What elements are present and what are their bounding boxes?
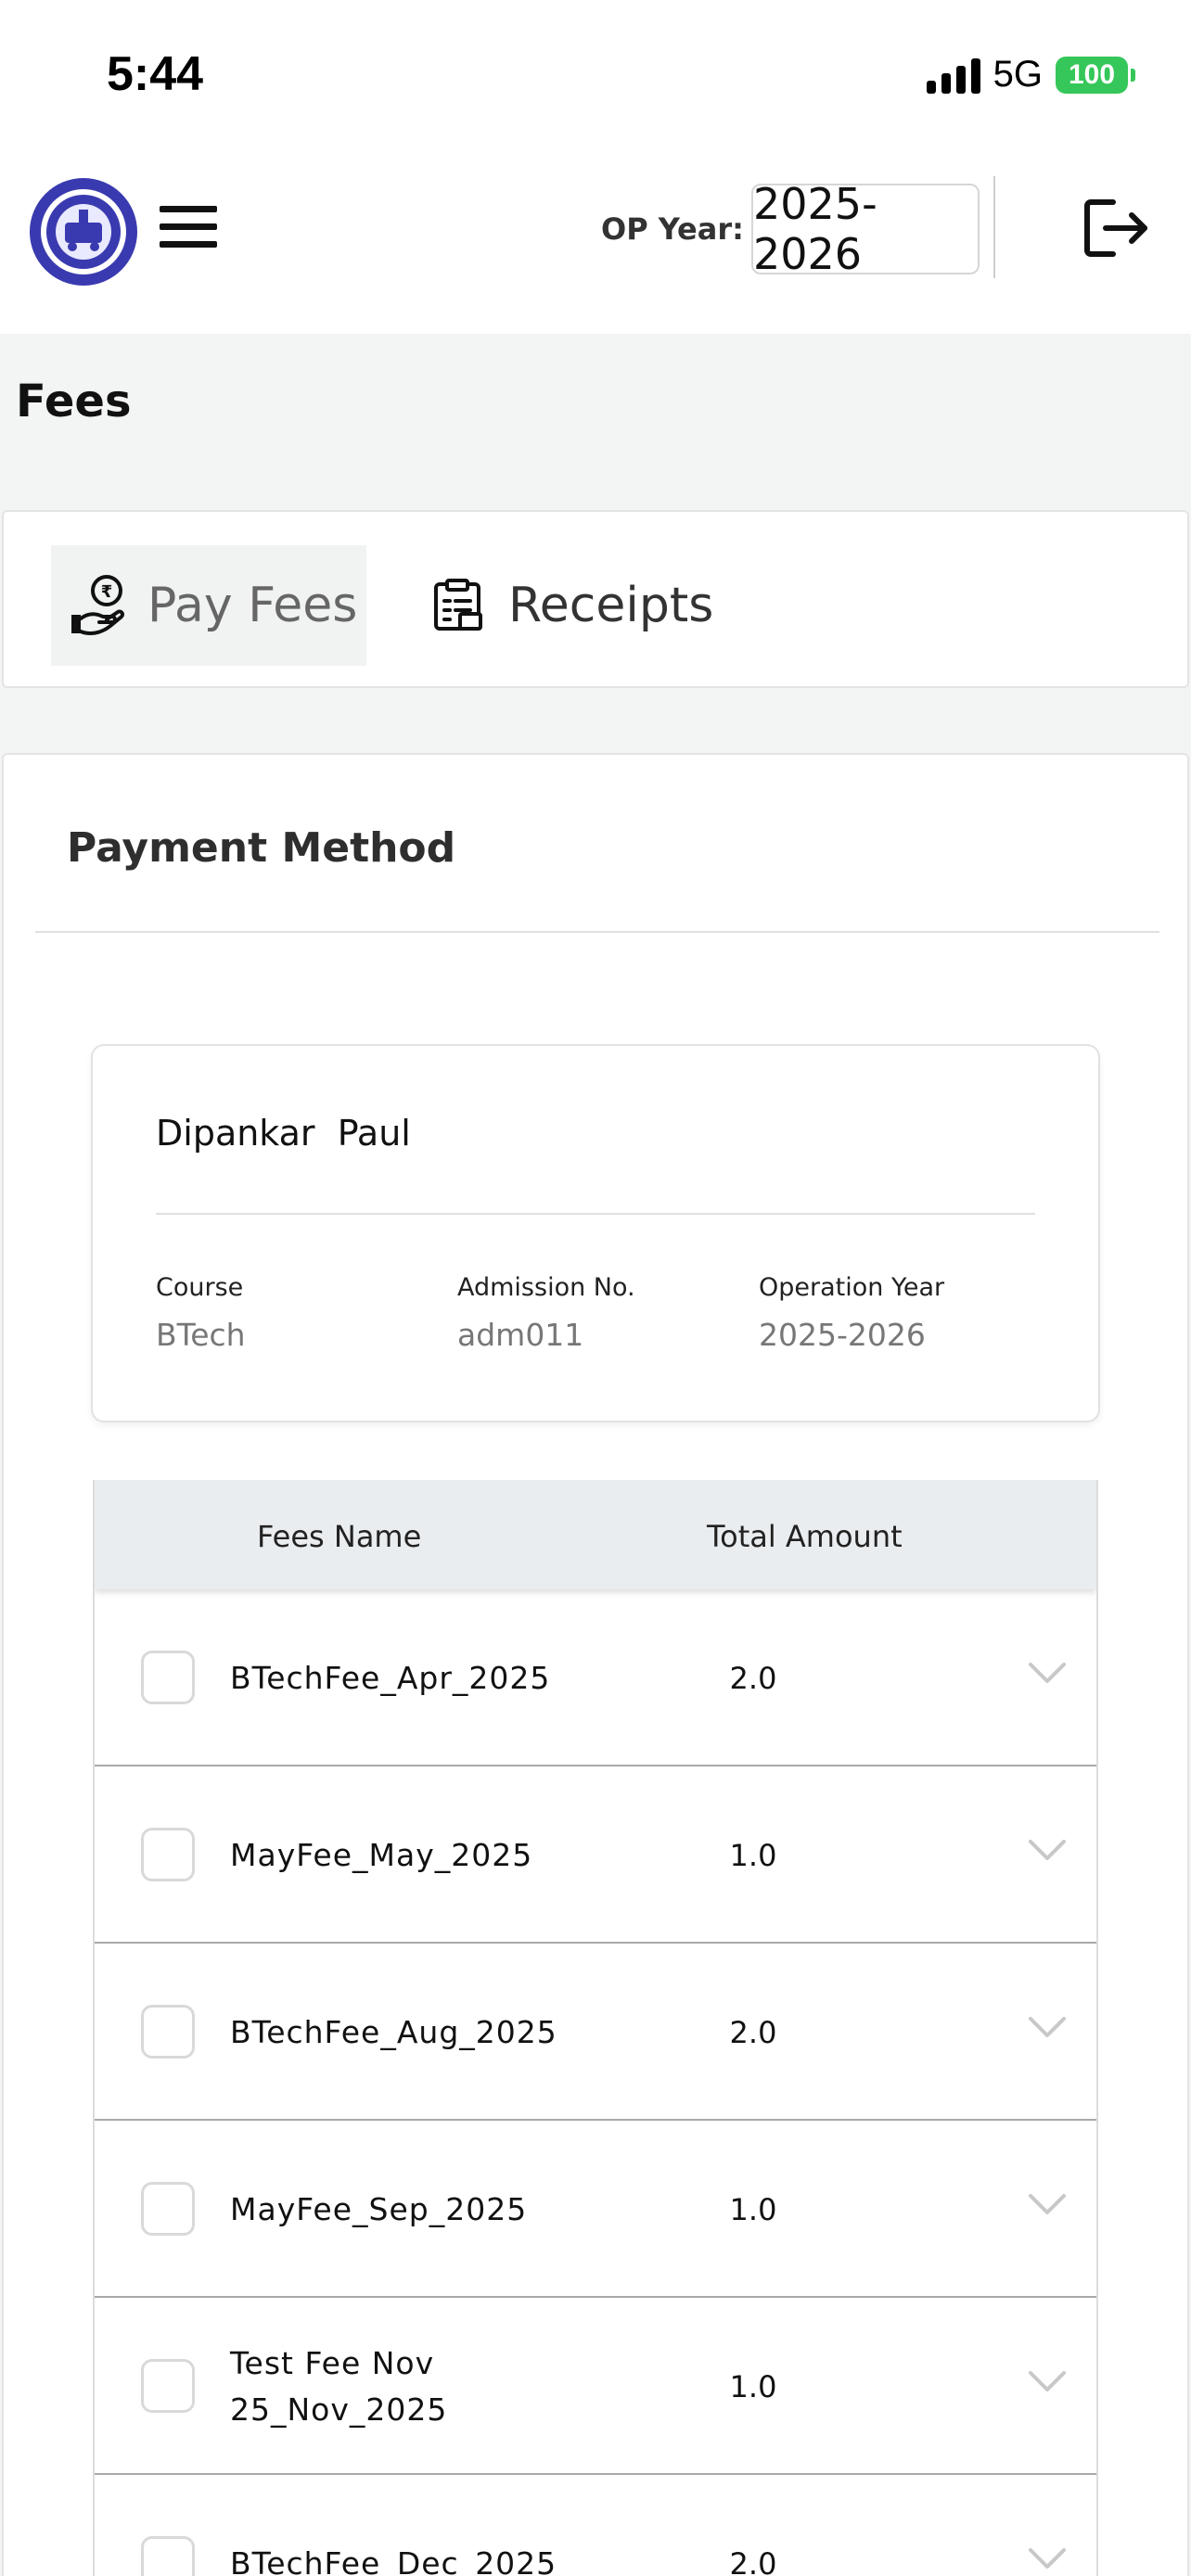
- battery-icon: 100: [1056, 56, 1135, 94]
- payment-method-title: Payment Method: [67, 824, 456, 872]
- chevron-down-icon[interactable]: [1027, 1661, 1068, 1687]
- student-divider: [156, 1213, 1035, 1215]
- fee-name: BTechFee_Aug_2025: [230, 2013, 557, 2050]
- fee-name: Test Fee Nov 25_Nov_2025: [230, 2344, 448, 2428]
- student-info-card: Dipankar Paul Course BTech Admission No.…: [93, 1046, 1098, 1421]
- fee-amount: 1.0: [729, 1837, 777, 1873]
- fee-amount: 1.0: [729, 2368, 777, 2404]
- chevron-down-icon[interactable]: [1027, 2369, 1068, 2395]
- header-fees-name: Fees Name: [257, 1519, 422, 1554]
- svg-text:₹: ₹: [101, 582, 113, 602]
- status-bar: 5:44 5G 100: [0, 0, 1191, 158]
- fees-tabs: ₹ Pay Fees Receipts: [2, 510, 1189, 688]
- fee-checkbox[interactable]: [141, 2359, 195, 2413]
- indian-railways-logo-icon[interactable]: [28, 176, 139, 287]
- receipt-icon: [434, 579, 482, 631]
- hand-coin-icon: ₹: [71, 575, 125, 635]
- fee-name: MayFee_May_2025: [230, 1836, 533, 1873]
- fee-checkbox[interactable]: [141, 2005, 195, 2059]
- table-row[interactable]: BTechFee_Apr_2025 2.0: [95, 1589, 1096, 1766]
- fee-amount: 1.0: [729, 2191, 777, 2227]
- course-value: BTech: [156, 1317, 246, 1353]
- status-indicators: 5G 100: [926, 54, 1135, 96]
- chevron-down-icon[interactable]: [1027, 2015, 1068, 2041]
- fee-checkbox[interactable]: [141, 2182, 195, 2236]
- fee-checkbox[interactable]: [141, 2536, 195, 2576]
- chevron-down-icon[interactable]: [1027, 2546, 1068, 2572]
- table-row[interactable]: MayFee_Sep_2025 1.0: [95, 2121, 1096, 2298]
- admission-label: Admission No.: [457, 1273, 635, 1302]
- hamburger-menu-icon[interactable]: [160, 206, 217, 252]
- table-row[interactable]: MayFee_May_2025 1.0: [95, 1766, 1096, 1944]
- fees-table-header: Fees Name Total Amount: [95, 1480, 1096, 1589]
- battery-level: 100: [1056, 56, 1128, 94]
- fee-name: BTechFee_Dec_2025: [230, 2544, 557, 2576]
- chevron-down-icon[interactable]: [1027, 1838, 1068, 1864]
- table-row[interactable]: BTechFee_Dec_2025 2.0: [95, 2475, 1096, 2576]
- table-row[interactable]: Test Fee Nov 25_Nov_2025 1.0: [95, 2298, 1096, 2475]
- fee-name: MayFee_Sep_2025: [230, 2190, 528, 2227]
- student-name: Dipankar Paul: [156, 1113, 411, 1154]
- signal-icon: [926, 57, 980, 94]
- op-year-select[interactable]: 2025-2026: [751, 179, 980, 279]
- operation-year-label: Operation Year: [759, 1273, 945, 1302]
- fee-amount: 2.0: [729, 2545, 777, 2576]
- chevron-down-icon[interactable]: [1027, 2192, 1068, 2218]
- payment-divider: [35, 931, 1159, 933]
- tab-pay-fees[interactable]: ₹ Pay Fees: [51, 545, 366, 666]
- fee-amount: 2.0: [729, 2014, 777, 2050]
- admission-field: Admission No. adm011: [457, 1273, 635, 1353]
- fee-checkbox[interactable]: [141, 1651, 195, 1704]
- logout-icon[interactable]: [1083, 197, 1150, 260]
- header-divider: [993, 176, 995, 278]
- app-header: OP Year: 2025-2026: [0, 158, 1191, 334]
- operation-year-value: 2025-2026: [759, 1317, 926, 1353]
- fees-table-body: BTechFee_Apr_2025 2.0 MayFee_May_2025 1.…: [95, 1589, 1096, 2576]
- fees-table: Fees Name Total Amount BTechFee_Apr_2025…: [93, 1480, 1098, 2576]
- tab-receipts[interactable]: Receipts: [432, 545, 713, 666]
- course-field: Course BTech: [156, 1273, 246, 1353]
- tab-pay-fees-label: Pay Fees: [147, 578, 358, 633]
- header-total-amount: Total Amount: [707, 1519, 903, 1554]
- page-title: Fees: [16, 376, 132, 427]
- fee-name: BTechFee_Apr_2025: [230, 1659, 551, 1696]
- tab-receipts-label: Receipts: [508, 578, 714, 633]
- op-year-label: OP Year:: [601, 211, 744, 247]
- course-label: Course: [156, 1273, 244, 1302]
- status-time: 5:44: [107, 47, 204, 101]
- network-type: 5G: [992, 54, 1043, 95]
- admission-value: adm011: [457, 1317, 584, 1353]
- table-row[interactable]: BTechFee_Aug_2025 2.0: [95, 1944, 1096, 2121]
- fee-amount: 2.0: [729, 1660, 777, 1696]
- fee-checkbox[interactable]: [141, 1828, 195, 1881]
- operation-year-field: Operation Year 2025-2026: [759, 1273, 944, 1353]
